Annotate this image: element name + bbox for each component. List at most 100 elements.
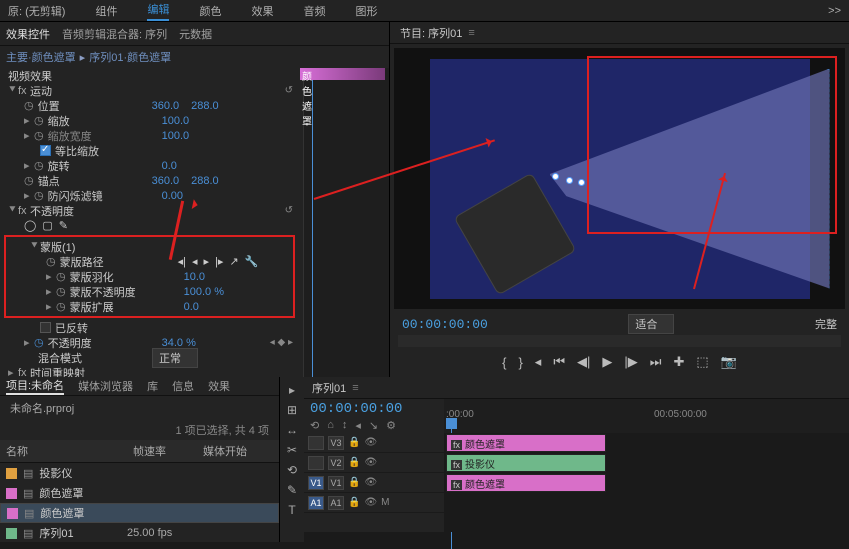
step-fwd-icon[interactable]: |▶: [624, 354, 637, 370]
seq-clip-link[interactable]: 序列01·颜色遮罩: [89, 49, 171, 65]
eye-icon[interactable]: 👁: [364, 497, 377, 508]
tl-opt-icon[interactable]: ↘: [369, 419, 378, 432]
uniform-scale-checkbox[interactable]: [40, 145, 51, 156]
mute-icon[interactable]: M: [381, 497, 389, 508]
step-back-icon[interactable]: ◀|: [577, 354, 590, 370]
track-target-toggle[interactable]: V3: [328, 436, 344, 450]
stopwatch-icon[interactable]: ◷: [34, 159, 44, 172]
zoom-select[interactable]: 适合: [628, 314, 674, 334]
rotation-v[interactable]: 0.0: [162, 160, 177, 172]
tab-effects[interactable]: 效果: [208, 378, 230, 394]
scale-v[interactable]: 100.0: [162, 115, 190, 127]
resolution-select[interactable]: 完整: [815, 316, 837, 332]
tab-project[interactable]: 项目:未命名: [6, 377, 64, 395]
pen-tool-icon[interactable]: ✎: [287, 483, 297, 497]
playhead[interactable]: [446, 418, 457, 429]
stopwatch-icon[interactable]: ◷: [24, 99, 34, 112]
col-fps[interactable]: 帧速率: [133, 443, 203, 459]
eye-icon[interactable]: 👁: [364, 457, 377, 468]
lift-icon[interactable]: ✚: [673, 354, 684, 370]
twirl-icon[interactable]: ▸: [24, 114, 34, 127]
program-monitor[interactable]: [394, 48, 845, 309]
play-icon[interactable]: ▶: [602, 354, 612, 370]
pos-x[interactable]: 360.0: [152, 100, 180, 112]
timeline-ruler[interactable]: :00:00 00:05:00:00: [444, 399, 849, 433]
track-header[interactable]: V2 🔒 👁: [304, 453, 444, 473]
eye-icon[interactable]: 👁: [364, 477, 377, 488]
reset-icon[interactable]: ↺: [285, 85, 293, 96]
overflow-icon[interactable]: >>: [828, 5, 841, 17]
program-scrubber[interactable]: [398, 335, 841, 347]
timeline-clip[interactable]: fx颜色遮罩: [446, 474, 606, 492]
tl-opt-icon[interactable]: ↕: [342, 419, 348, 432]
mask-item[interactable]: 蒙版(1): [40, 239, 150, 255]
track-src-toggle[interactable]: [308, 456, 324, 470]
ws-tab[interactable]: 组件: [95, 3, 117, 19]
mask-prev-kf-icon[interactable]: ◂: [192, 255, 198, 268]
lock-icon[interactable]: 🔒: [348, 477, 360, 488]
inverted-checkbox[interactable]: [40, 322, 51, 333]
timeline-body[interactable]: fx颜色遮罩 fx投影仪 fx颜色遮罩: [444, 433, 849, 532]
track-src-toggle[interactable]: [308, 436, 324, 450]
mask-rect-icon[interactable]: ▢: [42, 219, 52, 232]
stopwatch-icon[interactable]: ◷: [56, 285, 66, 298]
selection-tool-icon[interactable]: ▸: [289, 383, 295, 397]
twirl-icon[interactable]: ⯆: [8, 84, 18, 97]
mark-out-icon[interactable]: }: [518, 355, 522, 370]
col-name[interactable]: 名称: [6, 443, 133, 459]
tab-library[interactable]: 库: [147, 378, 158, 394]
timeline-timecode[interactable]: 00:00:00:00: [310, 401, 438, 417]
timeline-scrollbar[interactable]: [304, 532, 849, 542]
mask-vertex[interactable]: [552, 173, 559, 180]
project-item[interactable]: ▤投影仪: [0, 463, 279, 483]
track-src-toggle[interactable]: A1: [308, 496, 324, 510]
timeline-clip[interactable]: fx投影仪: [446, 454, 606, 472]
stopwatch-icon[interactable]: ◷: [34, 189, 44, 202]
mask-pen-icon[interactable]: ✎: [59, 219, 68, 232]
track-src-toggle[interactable]: V1: [308, 476, 324, 490]
track-select-tool-icon[interactable]: ⊞: [287, 403, 297, 417]
stopwatch-icon[interactable]: ◷: [34, 336, 44, 349]
ws-tab[interactable]: 颜色: [199, 3, 221, 19]
tab-info[interactable]: 信息: [172, 378, 194, 394]
timeline-clip[interactable]: fx颜色遮罩: [446, 434, 606, 452]
type-tool-icon[interactable]: T: [288, 503, 295, 517]
effect-motion[interactable]: 运动: [30, 83, 140, 99]
stopwatch-icon[interactable]: ◷: [34, 114, 44, 127]
stopwatch-icon[interactable]: ◷: [46, 255, 56, 268]
col-start[interactable]: 媒体开始: [203, 443, 273, 459]
lock-icon[interactable]: 🔒: [348, 497, 360, 508]
stopwatch-icon[interactable]: ◷: [56, 270, 66, 283]
lock-icon[interactable]: 🔒: [348, 437, 360, 448]
go-in-icon[interactable]: ⏮: [553, 354, 565, 370]
mask-track-fwd-icon[interactable]: ↗: [229, 255, 238, 268]
ws-tab[interactable]: 图形: [355, 3, 377, 19]
tl-opt-icon[interactable]: ⚙: [386, 419, 396, 432]
project-item[interactable]: ▤颜色遮罩: [0, 503, 279, 523]
effect-opacity[interactable]: 不透明度: [30, 203, 140, 219]
extract-icon[interactable]: ⬚: [696, 354, 708, 370]
tab-effect-controls[interactable]: 效果控件: [6, 26, 50, 42]
razor-tool-icon[interactable]: ✂: [287, 443, 297, 457]
track-target-toggle[interactable]: V1: [328, 476, 344, 490]
track-target-toggle[interactable]: V2: [328, 456, 344, 470]
tab-metadata[interactable]: 元数据: [179, 26, 212, 42]
reset-icon[interactable]: ↺: [285, 205, 293, 216]
tab-audio-mixer[interactable]: 音频剪辑混合器: 序列: [62, 26, 167, 42]
mask-vertex[interactable]: [566, 177, 573, 184]
mask-wrench-icon[interactable]: 🔧: [245, 255, 259, 268]
tl-opt-icon[interactable]: ◂: [355, 419, 361, 432]
ws-tab[interactable]: 编辑: [147, 1, 169, 21]
stopwatch-icon[interactable]: ◷: [24, 174, 34, 187]
ripple-tool-icon[interactable]: ↔: [286, 423, 298, 437]
twirl-icon[interactable]: ⯆: [8, 204, 18, 217]
slip-tool-icon[interactable]: ⟲: [287, 463, 297, 477]
project-item[interactable]: ▤颜色遮罩: [0, 483, 279, 503]
lock-icon[interactable]: 🔒: [348, 457, 360, 468]
timeline-tab[interactable]: 序列01: [312, 380, 346, 396]
track-header[interactable]: V3🔒👁: [304, 433, 444, 453]
project-item[interactable]: ▤序列0125.00 fps: [0, 523, 279, 543]
src-clip-link[interactable]: 主要·颜色遮罩: [6, 49, 76, 65]
mini-playhead[interactable]: [312, 76, 313, 377]
program-tab[interactable]: 节目: 序列01: [400, 25, 462, 41]
